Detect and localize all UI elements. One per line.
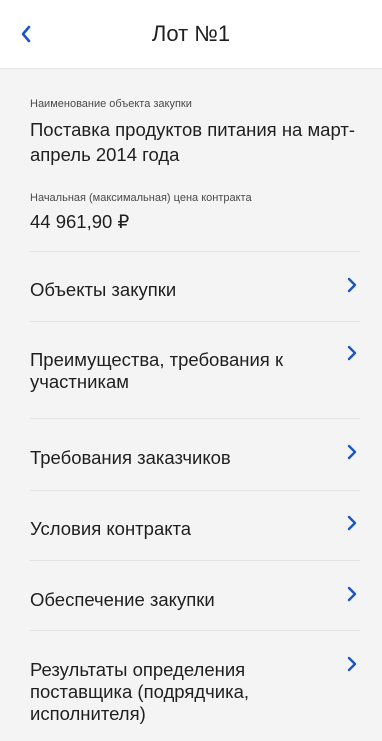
menu-item-label: Результаты определения поставщика (подря… [30,659,250,724]
lot-info: Наименование объекта закупки Поставка пр… [30,69,360,252]
menu-item-label: Требования заказчиков [30,447,231,468]
menu-item-label: Обеспечение закупки [30,589,215,610]
page-title: Лот №1 [151,21,231,46]
menu-item-label: Условия контракта [30,518,192,539]
menu-item-purchase-objects[interactable]: Объекты закупки [30,252,360,322]
chevron-right-icon [346,277,358,293]
contract-price-label: Начальная (максимальная) цена контракта [30,192,252,204]
menu-item-supplier-results[interactable]: Результаты определения поставщика (подря… [30,631,360,741]
back-button[interactable] [20,0,32,68]
top-bar: Лот №1 [0,0,382,69]
chevron-left-icon [20,25,32,43]
chevron-right-icon [346,586,358,602]
chevron-right-icon [346,444,358,460]
object-name-label: Наименование объекта закупки [30,98,192,110]
menu-item-purchase-security[interactable]: Обеспечение закупки [30,561,360,631]
menu-item-advantages-requirements[interactable]: Преимущества, требования к участникам [30,322,360,419]
lot-details: Наименование объекта закупки Поставка пр… [0,69,382,741]
object-name-value: Поставка продуктов питания на март-апрел… [30,119,355,165]
chevron-right-icon [346,515,358,531]
menu-item-contract-terms[interactable]: Условия контракта [30,491,360,561]
chevron-right-icon [346,345,358,361]
menu-item-customer-requirements[interactable]: Требования заказчиков [30,419,360,491]
contract-price-value: 44 961,90 ₽ [30,211,130,232]
menu-item-label: Преимущества, требования к участникам [30,349,284,392]
menu-item-label: Объекты закупки [30,279,177,300]
chevron-right-icon [346,656,358,672]
